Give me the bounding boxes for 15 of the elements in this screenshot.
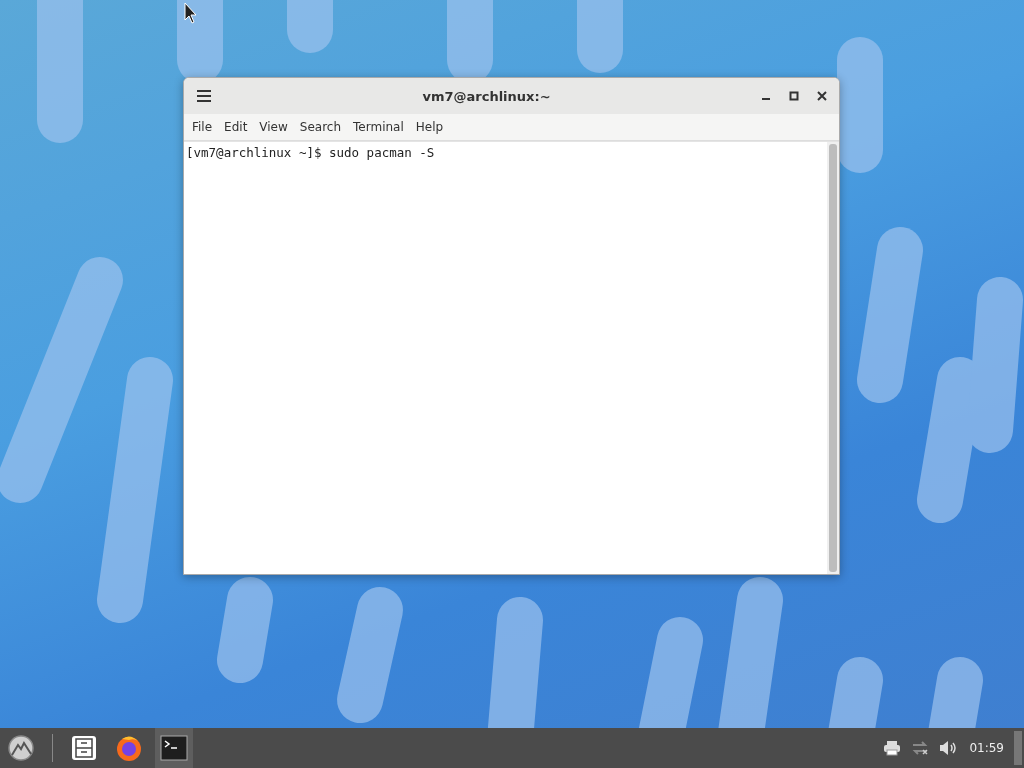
terminal-icon[interactable] — [155, 728, 193, 768]
scrollbar[interactable] — [827, 142, 839, 574]
menu-item[interactable]: Terminal — [347, 117, 410, 137]
terminal-line: [vm7@archlinux ~]$ sudo pacman -S — [186, 145, 436, 160]
menu-item[interactable]: Edit — [218, 117, 254, 137]
window-title: vm7@archlinux:~ — [421, 88, 552, 104]
volume-icon[interactable] — [939, 740, 958, 756]
menu-item[interactable]: Search — [293, 117, 348, 137]
clock[interactable]: 01:59 — [969, 741, 1004, 755]
printer-icon[interactable] — [883, 740, 902, 756]
mouse-pointer-icon — [184, 2, 198, 24]
network-disconnected-icon[interactable] — [911, 740, 930, 756]
menu-item[interactable]: Help — [409, 117, 450, 137]
menu-item[interactable]: File — [186, 117, 219, 137]
menu-item[interactable]: View — [253, 117, 294, 137]
